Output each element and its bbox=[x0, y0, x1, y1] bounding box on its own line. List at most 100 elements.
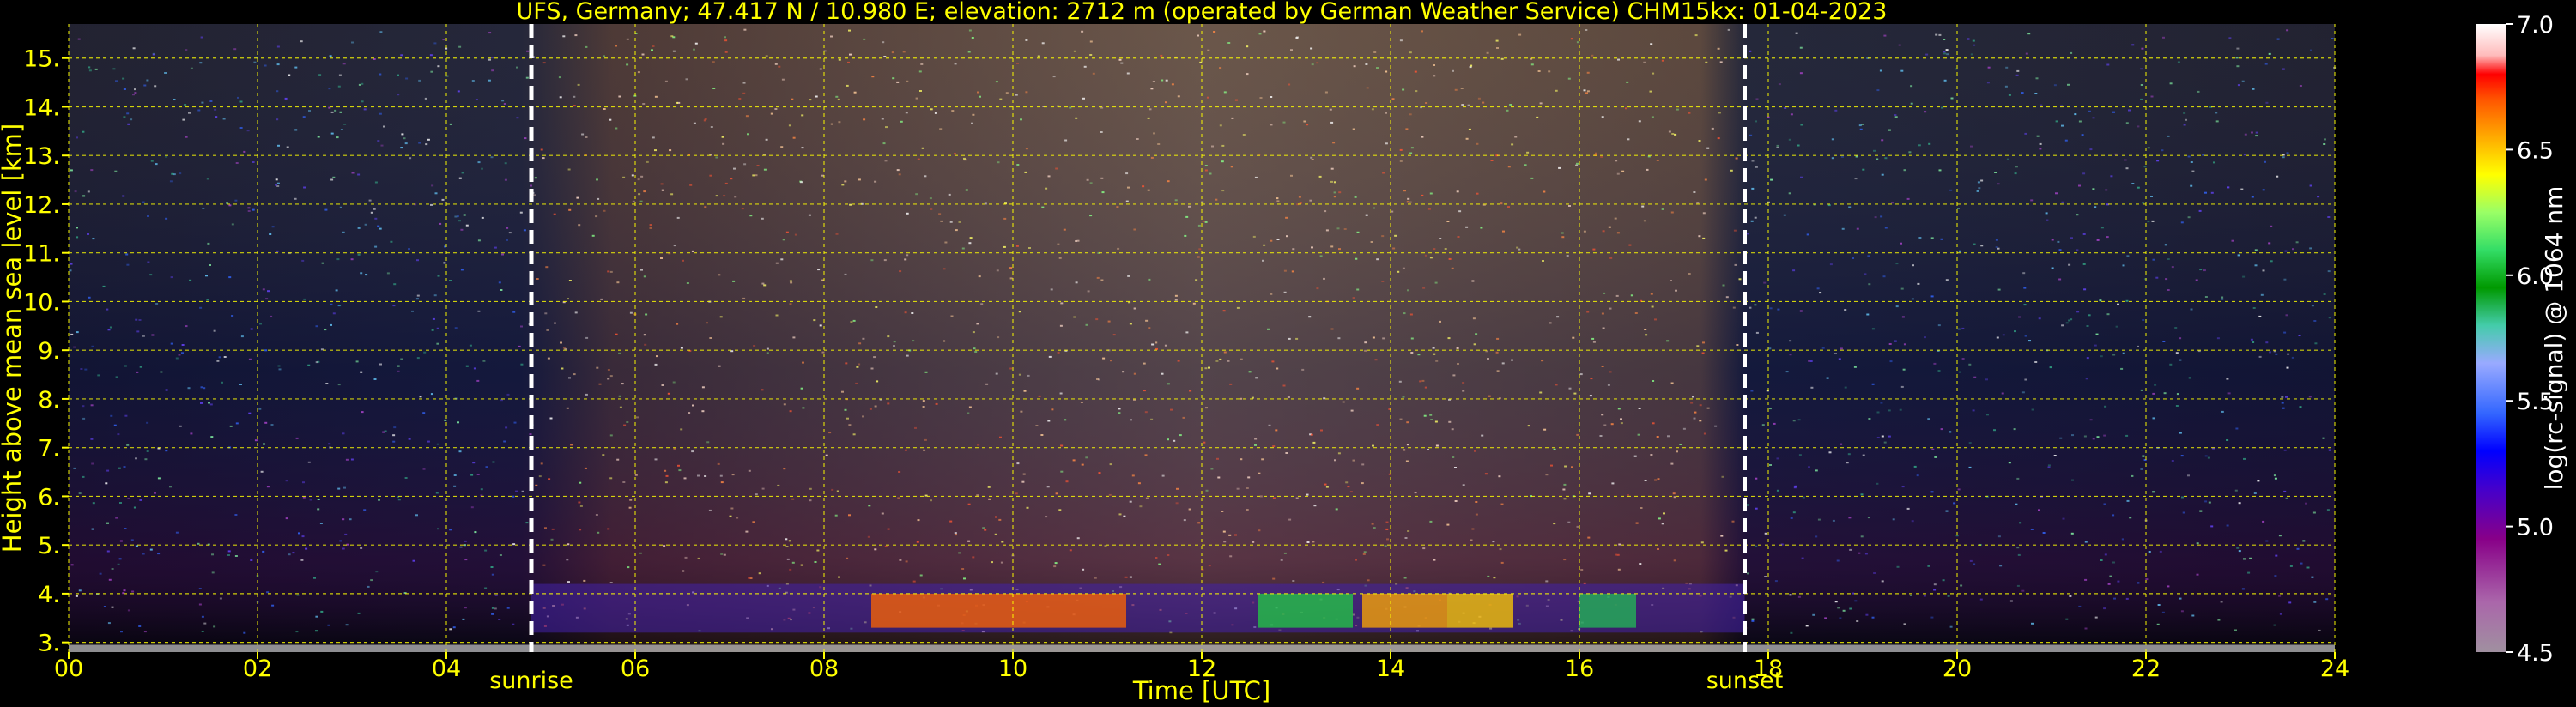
speckle-dot bbox=[1263, 244, 1266, 246]
speckle-dot bbox=[1751, 187, 1755, 190]
speckle-dot bbox=[375, 571, 379, 573]
speckle-dot bbox=[1849, 607, 1852, 610]
speckle-dot bbox=[525, 76, 529, 79]
speckle-dot bbox=[365, 274, 368, 276]
speckle-dot bbox=[2252, 88, 2255, 90]
speckle-dot bbox=[1738, 278, 1742, 281]
speckle-dot bbox=[1776, 147, 1779, 148]
speckle-dot bbox=[831, 488, 834, 491]
speckle-dot bbox=[1985, 378, 1988, 381]
speckle-dot bbox=[1585, 29, 1588, 31]
speckle-dot bbox=[411, 310, 414, 312]
speckle-dot bbox=[1917, 282, 1920, 285]
speckle-dot bbox=[330, 323, 332, 326]
speckle-dot bbox=[1694, 411, 1697, 414]
speckle-dot bbox=[500, 289, 503, 291]
speckle-dot bbox=[1223, 541, 1227, 543]
speckle-dot bbox=[1465, 226, 1469, 228]
speckle-dot bbox=[498, 281, 501, 284]
speckle-dot bbox=[480, 488, 483, 491]
speckle-dot bbox=[1625, 107, 1627, 110]
speckle-dot bbox=[1876, 437, 1880, 438]
speckle-dot bbox=[76, 236, 79, 239]
speckle-dot bbox=[1734, 263, 1737, 266]
speckle-dot bbox=[2147, 221, 2150, 223]
y-tick-labels: 3.4.5.6.7.8.9.10.11.12.13.14.15. bbox=[23, 46, 69, 657]
speckle-dot bbox=[138, 319, 142, 321]
speckle-dot bbox=[2021, 589, 2025, 592]
speckle-dot bbox=[443, 262, 446, 264]
speckle-dot bbox=[2126, 255, 2130, 257]
speckle-dot bbox=[1930, 491, 1934, 493]
speckle-dot bbox=[1342, 401, 1345, 403]
speckle-dot bbox=[1217, 476, 1221, 479]
speckle-dot bbox=[1724, 549, 1728, 552]
speckle-dot bbox=[130, 539, 134, 541]
speckle-dot bbox=[393, 426, 397, 429]
y-tick-label: 12. bbox=[23, 192, 60, 219]
speckle-dot bbox=[607, 378, 610, 380]
speckle-dot bbox=[862, 415, 864, 418]
speckle-dot bbox=[1730, 169, 1733, 172]
speckle-dot bbox=[1615, 294, 1619, 297]
speckle-dot bbox=[392, 434, 396, 437]
speckle-dot bbox=[982, 527, 985, 529]
speckle-dot bbox=[997, 336, 1000, 339]
speckle-dot bbox=[379, 31, 383, 33]
speckle-dot bbox=[92, 238, 95, 240]
speckle-dot bbox=[300, 559, 304, 561]
speckle-dot bbox=[967, 503, 971, 505]
speckle-dot bbox=[1298, 196, 1301, 198]
speckle-dot bbox=[285, 517, 288, 520]
speckle-dot bbox=[276, 90, 279, 93]
speckle-dot bbox=[337, 487, 341, 490]
speckle-dot bbox=[1881, 173, 1884, 176]
speckle-dot bbox=[405, 77, 409, 80]
speckle-dot bbox=[1435, 444, 1439, 447]
speckle-dot bbox=[1210, 468, 1214, 470]
speckle-dot bbox=[837, 98, 840, 100]
speckle-dot bbox=[1997, 288, 2001, 291]
speckle-dot bbox=[1080, 402, 1083, 403]
speckle-dot bbox=[1332, 142, 1336, 144]
speckle-dot bbox=[748, 577, 750, 579]
speckle-dot bbox=[1997, 183, 2000, 185]
speckle-dot bbox=[1651, 116, 1654, 118]
speckle-dot bbox=[1254, 444, 1257, 446]
speckle-dot bbox=[436, 342, 439, 345]
speckle-dot bbox=[785, 546, 789, 547]
speckle-dot bbox=[1947, 595, 1950, 597]
speckle-dot bbox=[844, 180, 847, 183]
speckle-dot bbox=[1251, 396, 1254, 399]
speckle-dot bbox=[1246, 45, 1249, 48]
speckle-dot bbox=[2169, 363, 2173, 366]
speckle-dot bbox=[1995, 239, 1998, 241]
speckle-dot bbox=[1376, 67, 1379, 69]
speckle-dot bbox=[198, 603, 202, 606]
speckle-dot bbox=[1270, 96, 1273, 98]
speckle-dot bbox=[108, 578, 112, 581]
speckle-dot bbox=[126, 444, 130, 446]
speckle-dot bbox=[1330, 245, 1334, 248]
speckle-dot bbox=[1918, 144, 1921, 147]
speckle-dot bbox=[2078, 605, 2082, 607]
speckle-dot bbox=[554, 322, 556, 324]
speckle-dot bbox=[1610, 423, 1614, 426]
speckle-dot bbox=[1639, 563, 1642, 565]
speckle-dot bbox=[431, 184, 434, 187]
speckle-dot bbox=[454, 215, 458, 218]
speckle-dot bbox=[1310, 156, 1313, 159]
x-tick-label: 24 bbox=[2320, 656, 2349, 682]
speckle-dot bbox=[1050, 288, 1053, 291]
speckle-dot bbox=[1398, 380, 1402, 383]
speckle-dot bbox=[2323, 293, 2326, 295]
speckle-dot bbox=[1793, 486, 1797, 489]
speckle-dot bbox=[1452, 374, 1456, 377]
speckle-dot bbox=[127, 609, 130, 612]
speckle-dot bbox=[1696, 202, 1700, 204]
speckle-dot bbox=[149, 548, 153, 551]
speckle-dot bbox=[490, 156, 494, 159]
speckle-dot bbox=[1583, 230, 1586, 233]
speckle-dot bbox=[2154, 384, 2157, 386]
speckle-dot bbox=[301, 259, 305, 262]
